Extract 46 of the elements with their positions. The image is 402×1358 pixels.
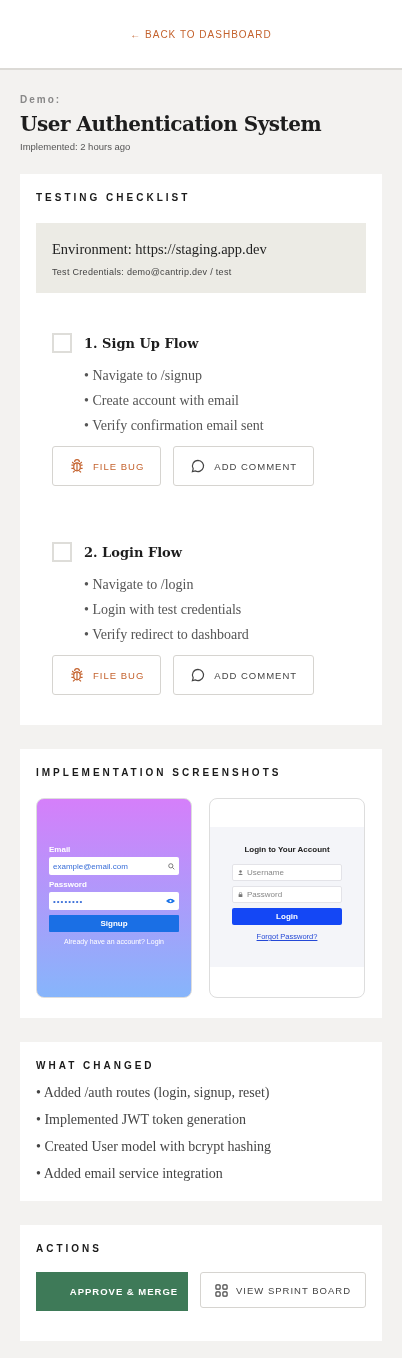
change-item: • Added /auth routes (login, signup, reset): [36, 1084, 271, 1102]
file-bug-button[interactable]: FILE BUG: [52, 655, 162, 695]
test-title: 1. Sign Up Flow: [84, 335, 199, 351]
test-step: • Create account with email: [84, 388, 366, 413]
person-icon: [238, 870, 243, 875]
environment-text: Environment: https://staging.app.dev: [52, 241, 268, 258]
implemented-time: Implemented: 2 hours ago: [20, 141, 132, 152]
search-icon: [168, 862, 175, 870]
password-label: Password: [49, 880, 88, 889]
bug-icon: [69, 458, 85, 474]
section-heading: ACTIONS: [36, 1243, 103, 1254]
add-comment-button[interactable]: ADD COMMENT: [173, 655, 315, 695]
section-heading: IMPLEMENTATION SCREENSHOTS: [36, 767, 283, 778]
lock-icon: [238, 892, 243, 897]
email-value: example@email.com: [53, 861, 128, 871]
approve-merge-button[interactable]: APPROVE & MERGE: [36, 1272, 188, 1311]
test-step: • Verify redirect to dashboard: [84, 622, 366, 647]
credentials-text: Test Credentials: demo@cantrip.dev / test: [52, 267, 233, 277]
section-heading: TESTING CHECKLIST: [36, 192, 192, 203]
login-title: Login to Your Account: [244, 845, 330, 854]
eye-icon: [166, 898, 175, 904]
change-item: • Created User model with bcrypt hashing: [36, 1138, 273, 1156]
test-step: • Navigate to /signup: [84, 363, 366, 388]
test-step: • Verify confirmation email sent: [84, 413, 366, 438]
file-bug-button[interactable]: FILE BUG: [52, 446, 162, 486]
sprint-board-button[interactable]: VIEW SPRINT BOARD: [200, 1272, 366, 1308]
test-title: 2. Login Flow: [84, 544, 182, 560]
change-item: • Implemented JWT token generation: [36, 1111, 247, 1129]
checkbox[interactable]: [52, 542, 72, 562]
username-field: Username: [232, 864, 342, 881]
speech-bubble-icon: [190, 458, 207, 474]
speech-bubble-icon: [190, 667, 207, 683]
test-step: • Login with test credentials: [84, 597, 366, 622]
test-step: • Navigate to /login: [84, 572, 366, 597]
email-label: Email: [49, 845, 72, 854]
add-comment-button[interactable]: ADD COMMENT: [173, 446, 315, 486]
grid-icon: [215, 1283, 228, 1297]
eyebrow-label: Demo:: [20, 94, 63, 105]
change-item: • Added email service integration: [36, 1165, 224, 1183]
checkbox[interactable]: [52, 333, 72, 353]
back-link[interactable]: ← BACK TO DASHBOARD: [130, 28, 272, 40]
section-heading: WHAT CHANGED: [36, 1060, 156, 1071]
password-value: ••••••••: [53, 896, 84, 906]
bug-icon: [69, 667, 85, 683]
page-title: User Authentication System: [20, 112, 323, 136]
password-field: Password: [232, 886, 342, 903]
